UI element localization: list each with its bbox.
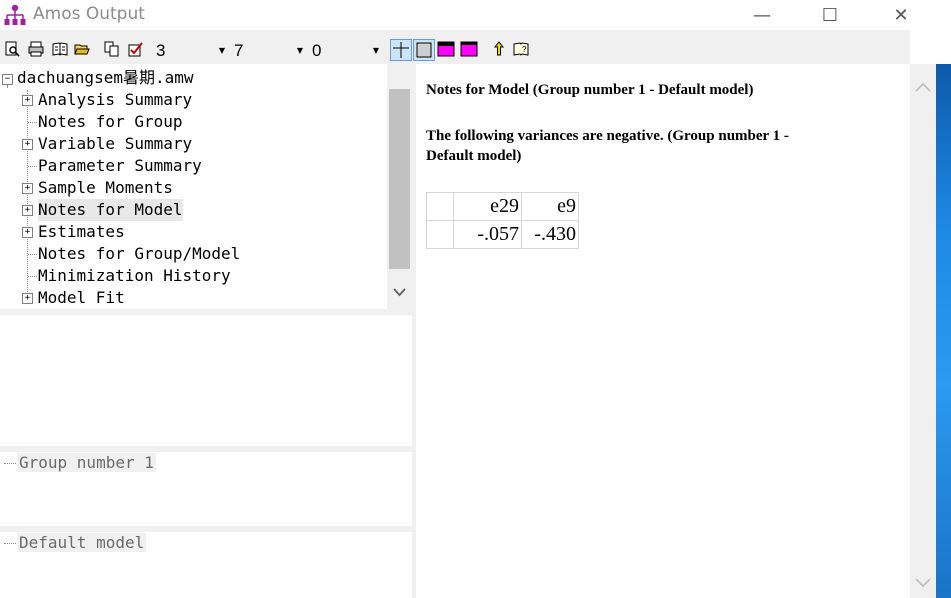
minimize-button[interactable]: — bbox=[745, 0, 779, 30]
close-icon: ✕ bbox=[893, 4, 909, 26]
minimize-icon: — bbox=[753, 4, 771, 26]
models-pane: Default model bbox=[0, 532, 412, 598]
svg-text:?: ? bbox=[522, 45, 527, 54]
table-header-e9: e9 bbox=[521, 192, 579, 221]
expand-icon[interactable]: + bbox=[22, 293, 33, 304]
checklist-icon[interactable] bbox=[128, 41, 144, 57]
tree-item-label: Estimates bbox=[38, 222, 125, 241]
tree-connector bbox=[4, 543, 16, 544]
table-row-label-cell bbox=[426, 220, 454, 249]
table-row: -.057 -.430 bbox=[426, 220, 579, 249]
table-header-e29: e29 bbox=[453, 192, 522, 221]
chevron-down-icon[interactable] bbox=[392, 286, 407, 304]
open-folder-icon[interactable] bbox=[74, 41, 90, 57]
tree-item-label: Notes for Model bbox=[38, 199, 183, 221]
table-value-e29: -.057 bbox=[453, 220, 522, 249]
chevron-down-icon: ▼ bbox=[218, 45, 226, 55]
magenta-table-icon bbox=[460, 41, 478, 57]
help-book-icon[interactable]: ? bbox=[513, 41, 529, 57]
chevron-down-icon[interactable] bbox=[914, 574, 932, 592]
grid-lines-icon bbox=[393, 42, 409, 58]
tree-item-label: Analysis Summary bbox=[38, 90, 193, 109]
tree-connector bbox=[28, 122, 37, 123]
group-number-item[interactable]: Group number 1 bbox=[17, 453, 156, 472]
maximize-icon: ☐ bbox=[821, 4, 839, 26]
print-icon[interactable] bbox=[28, 41, 44, 57]
table-value-e9: -.430 bbox=[521, 220, 579, 249]
default-model-item[interactable]: Default model bbox=[17, 533, 147, 552]
chevron-up-icon[interactable] bbox=[914, 78, 932, 96]
window-right-edge bbox=[910, 30, 951, 64]
expand-icon[interactable]: + bbox=[22, 227, 33, 238]
column-width-value: 7 bbox=[234, 41, 244, 60]
third-combo-value: 0 bbox=[312, 41, 322, 60]
expand-icon[interactable]: + bbox=[22, 95, 33, 106]
table-border-button[interactable] bbox=[413, 39, 435, 61]
expand-icon[interactable]: + bbox=[22, 139, 33, 150]
groups-pane: Group number 1 bbox=[0, 452, 412, 526]
copy-icon[interactable] bbox=[104, 41, 120, 57]
magenta-table-button[interactable] bbox=[459, 39, 481, 61]
negative-variances-heading-line2: Default model) bbox=[426, 148, 522, 164]
magenta-header-button[interactable] bbox=[436, 39, 458, 61]
empty-pane bbox=[0, 315, 412, 446]
table-row: e29 e9 bbox=[426, 192, 579, 221]
decimals-value: 3 bbox=[156, 41, 166, 60]
tree-connector bbox=[4, 463, 16, 464]
chevron-down-icon: ▼ bbox=[372, 45, 380, 55]
tree-item-label: Minimization History bbox=[38, 266, 231, 285]
tree-root-label: dachuangsem暑期.amw bbox=[17, 68, 194, 87]
negative-variances-heading-line1: The following variances are negative. (G… bbox=[426, 128, 789, 144]
tree-connector bbox=[28, 166, 37, 167]
expand-icon[interactable]: + bbox=[22, 205, 33, 216]
desktop-background bbox=[936, 64, 951, 598]
negative-variances-table: e29 e9 -.057 -.430 bbox=[426, 192, 579, 249]
open-book-icon[interactable] bbox=[52, 41, 68, 57]
grid-lines-button[interactable] bbox=[390, 39, 412, 61]
tree-item-label: Parameter Summary bbox=[38, 156, 202, 175]
table-border-icon bbox=[416, 42, 432, 58]
output-tree: − dachuangsem暑期.amw + Analysis Summary Not… bbox=[0, 64, 387, 309]
output-title: Notes for Model (Group number 1 - Defaul… bbox=[426, 82, 754, 98]
collapse-icon[interactable]: − bbox=[2, 74, 13, 85]
title-bar: Amos Output — ☐ ✕ bbox=[0, 0, 951, 30]
tree-item-label: Sample Moments bbox=[38, 178, 173, 197]
amos-app-icon bbox=[4, 4, 26, 25]
magenta-header-icon bbox=[437, 41, 455, 57]
print-preview-icon[interactable] bbox=[4, 41, 20, 57]
tree-item-label: Notes for Group bbox=[38, 112, 183, 131]
tree-item-label: Model Fit bbox=[38, 288, 125, 307]
tree-scrollbar[interactable] bbox=[387, 64, 412, 309]
maximize-button[interactable]: ☐ bbox=[813, 0, 847, 30]
tree-connector bbox=[7, 85, 8, 87]
tree-item-label: Variable Summary bbox=[38, 134, 193, 153]
window-title: Amos Output bbox=[33, 4, 145, 24]
tree-item-label: Notes for Group/Model bbox=[38, 244, 241, 263]
expand-icon[interactable]: + bbox=[22, 183, 33, 194]
table-corner-cell bbox=[426, 192, 454, 221]
third-combo[interactable]: 0 ▼ bbox=[309, 40, 383, 61]
column-width-combo[interactable]: 7 ▼ bbox=[231, 40, 307, 61]
decimals-combo[interactable]: 3 ▼ bbox=[153, 40, 229, 61]
pointer-icon[interactable] bbox=[491, 41, 507, 57]
tree-connector bbox=[28, 276, 37, 277]
close-button[interactable]: ✕ bbox=[884, 0, 918, 30]
output-scrollbar[interactable] bbox=[910, 64, 936, 598]
chevron-down-icon: ▼ bbox=[296, 45, 304, 55]
toolbar: 3 ▼ 7 ▼ 0 ▼ ? bbox=[0, 37, 910, 64]
tree-connector bbox=[28, 254, 37, 255]
scrollbar-thumb[interactable] bbox=[389, 89, 410, 269]
